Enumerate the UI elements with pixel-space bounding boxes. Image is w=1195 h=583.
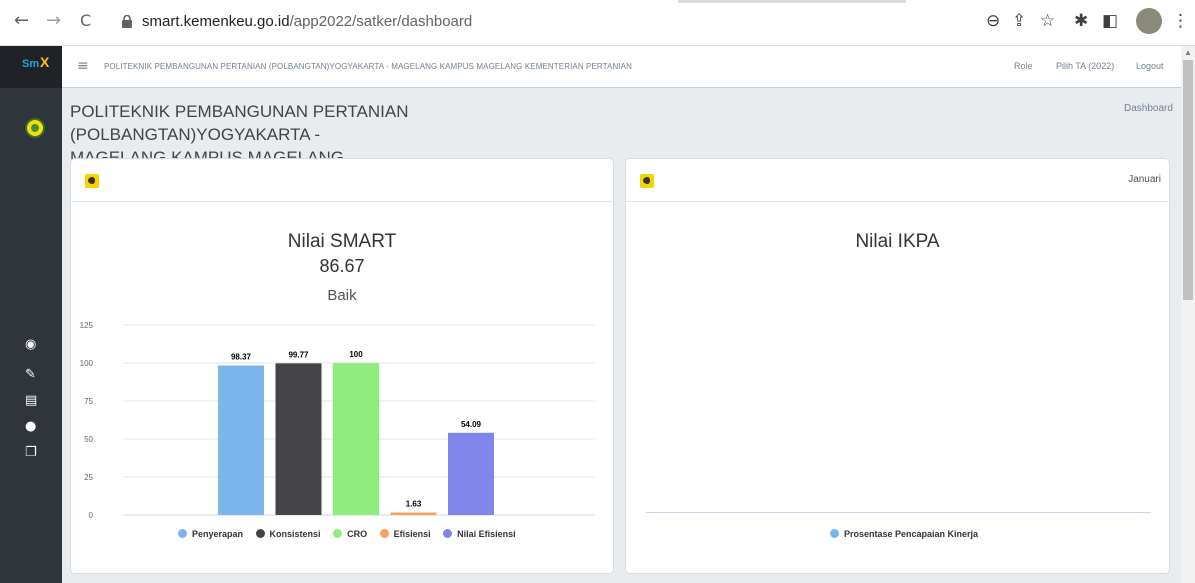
page-title-line1: POLITEKNIK PEMBANGUNAN PERTANIAN (POLBAN… bbox=[70, 102, 409, 144]
brand-logo-mark: X bbox=[40, 54, 50, 70]
legend-item-konsistensi[interactable]: Konsistensi bbox=[255, 529, 321, 539]
legend-label: Konsistensi bbox=[269, 529, 321, 539]
back-button[interactable]: ← bbox=[14, 11, 29, 31]
ikpa-card-header: Januari bbox=[626, 159, 1169, 202]
browser-toolbar: ← → C smart.kemenkeu.go.id/app2022/satke… bbox=[0, 0, 1195, 46]
data-label: 99.77 bbox=[288, 350, 309, 359]
ministry-emblem-icon bbox=[25, 118, 45, 138]
legend-label: Prosentase Pencapaian Kinerja bbox=[844, 529, 979, 539]
y-tick-label: 50 bbox=[84, 435, 93, 444]
url-host: smart.kemenkeu.go.id bbox=[142, 13, 290, 30]
bookmark-star-icon[interactable]: ☆ bbox=[1040, 10, 1055, 32]
bar-nilai-efisiensi bbox=[448, 432, 494, 515]
zoom-icon[interactable]: ⊖ bbox=[986, 10, 1000, 32]
role-link[interactable]: Role bbox=[1014, 61, 1033, 71]
smart-card-header bbox=[71, 159, 613, 202]
scroll-up-icon[interactable]: ▲ bbox=[1184, 48, 1192, 57]
legend-item-nilai-efisiensi[interactable]: Nilai Efisiensi bbox=[443, 529, 516, 539]
address-bar[interactable]: smart.kemenkeu.go.id/app2022/satker/dash… bbox=[108, 6, 976, 38]
pie-chart-icon bbox=[640, 174, 654, 188]
ikpa-x-axis bbox=[646, 512, 1151, 513]
y-tick-label: 125 bbox=[80, 321, 94, 330]
legend-dot bbox=[443, 529, 453, 538]
url-text: smart.kemenkeu.go.id/app2022/satker/dash… bbox=[142, 13, 472, 30]
y-tick-label: 25 bbox=[84, 473, 93, 482]
reload-button[interactable]: C bbox=[80, 11, 91, 31]
y-tick-label: 0 bbox=[89, 511, 94, 520]
smart-rating: Baik bbox=[327, 287, 357, 304]
brand-logo-text: Sm bbox=[22, 58, 40, 70]
y-tick-label: 100 bbox=[80, 359, 94, 368]
legend-label: Efisiensi bbox=[393, 529, 431, 539]
logout-link[interactable]: Logout bbox=[1136, 61, 1164, 71]
forward-button[interactable]: → bbox=[46, 11, 61, 31]
sidebar: Sm X ◉ ✎ ▤ ● ❐ bbox=[0, 46, 62, 583]
bar-penyerapan bbox=[218, 365, 264, 515]
legend-dot bbox=[379, 529, 389, 538]
legend-label: CRO bbox=[347, 529, 368, 539]
bar-efisiensi bbox=[390, 512, 437, 515]
share-icon[interactable]: ⇪ bbox=[1012, 10, 1026, 32]
month-label[interactable]: Januari bbox=[1128, 174, 1161, 185]
legend-dot bbox=[178, 529, 187, 538]
header-title: POLITEKNIK PEMBANGUNAN PERTANIAN (POLBAN… bbox=[104, 62, 632, 71]
legend-label: Nilai Efisiensi bbox=[457, 529, 516, 539]
legend-dot bbox=[830, 529, 839, 538]
book-icon[interactable]: ▤ bbox=[25, 393, 37, 409]
scroll-thumb[interactable] bbox=[1183, 60, 1193, 300]
smart-card: Nilai SMART 86.67 Baik 0 25 50 75 100 125 98.3… bbox=[70, 158, 614, 574]
dashboard-icon[interactable]: ◉ bbox=[25, 337, 36, 353]
app-header: ≡ POLITEKNIK PEMBANGUNAN PERTANIAN (POLB… bbox=[62, 46, 1181, 88]
data-label: 98.37 bbox=[231, 352, 252, 361]
sidebar-brand[interactable]: Sm X bbox=[0, 46, 62, 88]
legend-dot bbox=[255, 529, 265, 538]
y-tick-label: 75 bbox=[84, 397, 93, 406]
edit-icon[interactable]: ✎ bbox=[25, 367, 36, 383]
smart-legend: Penyerapan Konsistensi CRO Efisiensi Nil… bbox=[178, 529, 526, 539]
lock-icon bbox=[122, 15, 132, 28]
extensions-icon[interactable]: ✱ bbox=[1074, 10, 1088, 32]
profile-avatar[interactable] bbox=[1136, 8, 1162, 34]
copy-icon[interactable]: ❐ bbox=[25, 445, 37, 461]
legend-item-efisiensi[interactable]: Efisiensi bbox=[379, 529, 431, 539]
smart-bar-chart: 0 25 50 75 100 125 98.37 99.77 100 1.63 54.09 bbox=[80, 321, 595, 520]
legend-dot bbox=[333, 529, 343, 538]
ikpa-card: Januari Nilai IKPA Prosentase Pencapaian… bbox=[625, 158, 1170, 574]
bar-cro bbox=[333, 363, 379, 515]
smart-score: 86.67 bbox=[319, 256, 365, 276]
url-path: /app2022/satker/dashboard bbox=[289, 13, 473, 30]
user-icon[interactable]: ● bbox=[25, 419, 36, 435]
sidebar-toggle-icon[interactable]: ≡ bbox=[77, 58, 89, 74]
ikpa-chart-title: Nilai IKPA bbox=[855, 231, 940, 252]
data-label: 54.09 bbox=[461, 420, 482, 429]
breadcrumb[interactable]: Dashboard bbox=[1124, 103, 1173, 114]
legend-item-cro[interactable]: CRO bbox=[333, 529, 367, 539]
pilih-ta-link[interactable]: Pilih TA (2022) bbox=[1056, 61, 1114, 71]
legend-item-penyerapan[interactable]: Penyerapan bbox=[178, 529, 243, 539]
browser-menu-icon[interactable]: ⋮ bbox=[1172, 10, 1189, 32]
legend-label: Penyerapan bbox=[192, 529, 244, 539]
legend-item-prosentase[interactable]: Prosentase Pencapaian Kinerja bbox=[830, 529, 978, 539]
side-panel-icon[interactable]: ◧ bbox=[1102, 10, 1118, 32]
bar-konsistensi bbox=[275, 363, 322, 515]
ikpa-legend: Prosentase Pencapaian Kinerja bbox=[830, 529, 988, 539]
pie-chart-icon bbox=[85, 174, 99, 188]
data-label: 100 bbox=[349, 350, 363, 359]
data-label: 1.63 bbox=[406, 500, 422, 509]
smart-chart-title: Nilai SMART bbox=[287, 231, 397, 252]
tab-strip-line bbox=[678, 0, 906, 3]
page-scrollbar[interactable]: ▲ bbox=[1181, 46, 1195, 583]
